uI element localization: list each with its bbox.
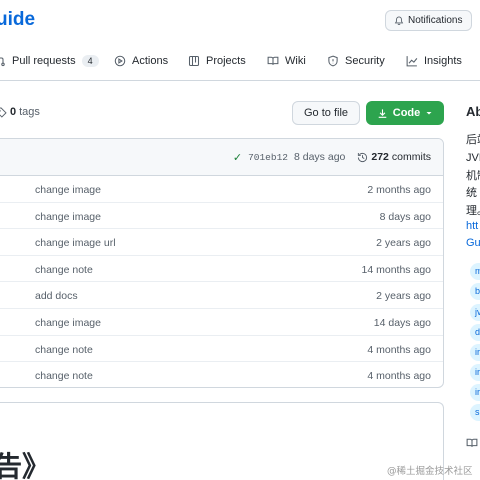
file-row[interactable]: change note 4 months ago — [0, 362, 443, 387]
tab-label: Pull requests — [12, 55, 76, 67]
about-desc-line: 机制 — [466, 169, 480, 182]
tab-label: Security — [345, 55, 385, 67]
tabs-divider — [0, 80, 480, 81]
topic-tag[interactable]: jv — [470, 304, 480, 321]
readme-book-icon — [466, 438, 478, 447]
topic-tag[interactable]: m — [470, 263, 480, 280]
commit-message-link[interactable]: change image — [35, 317, 101, 329]
check-icon: ✓ — [232, 151, 243, 164]
commit-age: 4 months ago — [367, 343, 431, 356]
about-website-link[interactable]: Gu — [466, 237, 480, 249]
pull-request-icon — [0, 57, 5, 67]
play-icon — [114, 55, 126, 67]
code-button-label: Code — [392, 107, 421, 119]
commit-age: 14 days ago — [373, 316, 431, 329]
tab-label: Wiki — [285, 55, 306, 67]
tags-count: 0 — [10, 106, 17, 118]
topic-tag[interactable]: b — [470, 283, 480, 300]
tab-pull-requests[interactable]: Pull requests 4 — [0, 48, 99, 74]
file-row[interactable]: change image 14 days ago — [0, 309, 443, 336]
file-row[interactable]: change note 14 months ago — [0, 256, 443, 283]
pull-request-count: 4 — [81, 55, 99, 67]
latest-commit-bar: ✓ 701eb12 8 days ago 272 commits — [0, 139, 443, 176]
tab-actions[interactable]: Actions — [114, 48, 168, 74]
about-desc-line: 后端 — [466, 134, 480, 146]
commit-message-link[interactable]: add docs — [35, 290, 78, 302]
topic-tag[interactable]: d — [470, 324, 480, 341]
commit-age: 8 days ago — [294, 151, 346, 163]
tab-wiki[interactable]: Wiki — [267, 48, 306, 74]
graph-icon — [406, 56, 418, 67]
about-desc-line: 统 — [466, 187, 477, 200]
topic-tag[interactable]: ir — [470, 384, 480, 401]
commits-count: 272 — [371, 151, 389, 163]
commit-age: 8 days ago — [379, 210, 431, 223]
topic-tag[interactable]: s — [470, 404, 480, 421]
tab-projects[interactable]: Projects — [188, 48, 246, 74]
about-desc-line: 理。 — [466, 205, 480, 218]
repo-name[interactable]: uide — [0, 9, 35, 31]
commit-age: 2 years ago — [376, 237, 431, 250]
watermark: @稀土掘金技术社区 — [387, 466, 473, 477]
notifications-button[interactable]: Notifications — [385, 10, 472, 31]
commit-message-link[interactable]: change note — [35, 264, 93, 276]
commit-message-link[interactable]: change note — [35, 344, 93, 356]
go-to-file-button[interactable]: Go to file — [292, 101, 360, 125]
tags-link[interactable]: 0 tags — [0, 106, 40, 118]
download-icon — [378, 108, 387, 118]
topic-tag[interactable]: ir — [470, 364, 480, 381]
commit-sha-link[interactable]: 701eb12 — [248, 152, 288, 163]
commits-link[interactable]: 272 commits — [357, 151, 431, 163]
code-button[interactable]: Code — [366, 101, 444, 125]
file-row[interactable]: add docs 2 years ago — [0, 282, 443, 309]
tab-insights[interactable]: Insights — [406, 48, 462, 74]
tags-label: tags — [19, 106, 40, 118]
history-icon — [358, 152, 368, 162]
tab-label: Projects — [206, 55, 246, 67]
commit-age: 2 months ago — [367, 184, 431, 196]
file-row[interactable]: change image url 2 years ago — [0, 229, 443, 256]
about-title: Ab — [466, 104, 480, 119]
commit-message-link[interactable]: change image — [35, 184, 101, 196]
readme-panel — [0, 402, 444, 480]
file-row[interactable]: change image 8 days ago — [0, 203, 443, 230]
commit-age: 14 months ago — [361, 263, 431, 276]
file-row[interactable]: change image 2 months ago — [0, 176, 443, 203]
book-icon — [267, 56, 279, 65]
commit-age: 2 years ago — [376, 290, 431, 303]
about-description: 后端 JVM 机制 统 理。 — [466, 132, 480, 221]
about-website-link[interactable]: htt — [466, 220, 478, 232]
shield-icon — [328, 55, 338, 67]
file-row[interactable]: change note 4 months ago — [0, 336, 443, 363]
tab-security[interactable]: Security — [327, 48, 385, 74]
tab-label: Actions — [132, 55, 169, 67]
commits-label: commits — [391, 151, 431, 163]
topic-tag[interactable]: ir — [470, 344, 480, 361]
notifications-label: Notifications — [408, 15, 463, 26]
tag-icon — [0, 107, 7, 118]
caret-down-icon — [426, 112, 432, 115]
repo-nav-tabs: Pull requests 4 Actions Projects Wiki Se… — [0, 48, 480, 74]
commit-message-link[interactable]: change image — [35, 211, 101, 223]
commit-age: 4 months ago — [367, 370, 431, 383]
table-icon — [188, 55, 200, 67]
bell-icon — [394, 15, 404, 25]
about-desc-line: JVM — [466, 151, 480, 164]
readme-heading: 告》 — [0, 450, 51, 480]
file-list: ✓ 701eb12 8 days ago 272 commits change … — [0, 138, 444, 388]
commit-message-link[interactable]: change note — [35, 370, 93, 382]
tab-label: Insights — [424, 55, 462, 67]
commit-message-link[interactable]: change image url — [35, 237, 116, 249]
